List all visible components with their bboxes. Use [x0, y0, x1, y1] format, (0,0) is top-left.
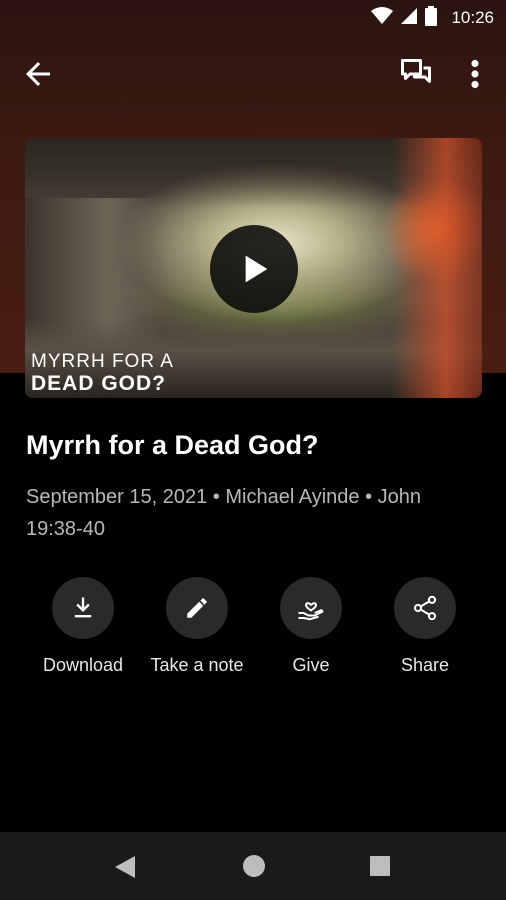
sermon-title: Myrrh for a Dead God? [26, 430, 319, 460]
take-note-label: Take a note [150, 655, 244, 675]
download-button[interactable]: Download [28, 577, 138, 676]
give-button[interactable]: Give [256, 577, 366, 676]
nav-home-button[interactable] [242, 854, 266, 883]
triangle-back-icon [115, 856, 135, 878]
system-navigation-bar [0, 832, 506, 900]
sermon-meta: September 15, 2021 • Michael Ayinde • Jo… [26, 486, 421, 540]
share-label: Share [400, 655, 450, 675]
pencil-icon [187, 598, 207, 618]
arrow-left-icon [26, 62, 50, 86]
app-bar [0, 44, 506, 104]
nav-recents-button[interactable] [369, 855, 391, 882]
thumbnail-title-line2: DEAD GOD? [31, 372, 166, 395]
share-button[interactable]: Share [370, 577, 480, 676]
give-label: Give [292, 655, 330, 675]
play-button[interactable] [210, 225, 298, 313]
download-icon [74, 597, 92, 618]
status-bar: 10:26 [0, 0, 506, 36]
nav-back-button[interactable] [113, 854, 137, 885]
more-options-button[interactable] [460, 56, 490, 92]
take-note-button[interactable]: Take a note [142, 577, 252, 676]
play-icon [245, 255, 268, 283]
discussion-button[interactable] [398, 56, 434, 92]
battery-icon [425, 5, 438, 31]
sermon-video-thumbnail[interactable]: MYRRH FOR A DEAD GOD? [25, 138, 482, 398]
download-label: Download [42, 655, 124, 675]
wifi-icon [371, 6, 394, 30]
share-icon [413, 595, 437, 621]
square-recents-icon [370, 856, 390, 876]
give-hand-heart-icon [298, 602, 324, 621]
back-button[interactable] [20, 56, 56, 92]
chat-bubbles-icon [401, 59, 431, 83]
status-time: 10:26 [451, 8, 494, 27]
circle-home-icon [243, 855, 265, 877]
more-vert-icon [471, 59, 479, 89]
thumbnail-title-line1: MYRRH FOR A [31, 351, 174, 372]
action-row: Download Take a note Give Share [0, 577, 506, 677]
cellular-signal-icon [401, 7, 418, 29]
